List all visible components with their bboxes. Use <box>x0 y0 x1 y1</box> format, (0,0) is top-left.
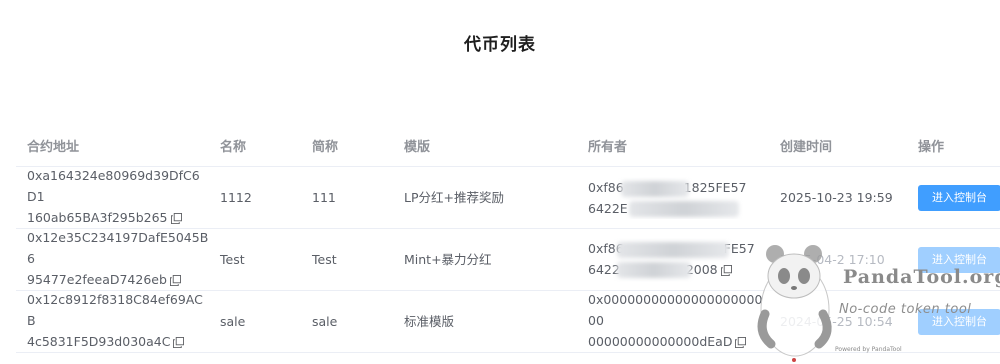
redaction-blur <box>617 241 729 258</box>
name-cell: Test <box>220 252 245 267</box>
header-symbol: 简称 <box>312 139 339 155</box>
redaction-blur <box>617 261 691 278</box>
panda-logo-icon <box>757 245 832 362</box>
header-name: 名称 <box>220 139 247 155</box>
watermark-brand: PandaTool.org <box>843 266 1000 288</box>
copy-icon[interactable] <box>735 333 747 354</box>
address-line: 0x12e35C234197DafE5045B6 <box>27 230 209 266</box>
owner-line: 6422 <box>588 261 620 277</box>
action-cell: 进入控制台 <box>907 184 1000 211</box>
redaction-blur <box>621 180 689 197</box>
header-address: 合约地址 <box>27 139 80 155</box>
header-created: 创建时间 <box>780 139 833 155</box>
table-row: 0xa164324e80969d39DfC6D1 160ab65BA3f295b… <box>16 167 1000 229</box>
symbol-cell: sale <box>312 314 338 329</box>
name-cell: 1112 <box>220 190 252 205</box>
template-cell: LP分红+推荐奖励 <box>404 190 504 205</box>
copy-icon[interactable] <box>173 333 185 354</box>
address-line: 4c5831F5D93d030a4C <box>27 334 171 349</box>
table-header: 合约地址 名称 简称 模版 所有者 创建时间 操作 <box>16 128 1000 167</box>
address-line: 0x12c8912f8318C84ef69ACB <box>27 292 203 328</box>
pandatool-watermark: PandaTool.org No-code token tool Powered… <box>755 240 1000 364</box>
owner-cell: 0xf86 1825FE57 6422E <box>577 177 769 219</box>
header-template: 模版 <box>404 139 431 155</box>
owner-line: 0xf86 <box>588 179 624 195</box>
created-cell: 2025-10-23 19:59 <box>780 190 893 205</box>
watermark-tagline: No-code token tool <box>839 302 972 317</box>
watermark-small: Powered by PandaTool <box>835 346 902 353</box>
address-line: 95477e2feeaD7426eb <box>27 272 167 287</box>
symbol-cell: Test <box>312 252 337 267</box>
symbol-cell: 111 <box>312 190 336 205</box>
owner-line: 6422E <box>588 200 628 216</box>
address-cell: 0xa164324e80969d39DfC6D1 160ab65BA3f295b… <box>16 165 209 230</box>
address-line: 0xa164324e80969d39DfC6D1 <box>27 168 200 204</box>
address-cell: 0x12c8912f8318C84ef69ACB 4c5831F5D93d030… <box>16 289 209 354</box>
copy-icon[interactable] <box>720 261 732 282</box>
enter-console-button[interactable]: 进入控制台 <box>918 184 1000 211</box>
header-owner: 所有者 <box>588 139 628 155</box>
address-cell: 0x12e35C234197DafE5045B6 95477e2feeaD742… <box>16 227 209 292</box>
header-action: 操作 <box>918 139 945 155</box>
owner-line-tail: 1825FE57 <box>683 179 747 195</box>
owner-cell: 0xf86 FE57 6422 2008 <box>577 238 769 282</box>
page-title: 代币列表 <box>464 35 536 55</box>
address-line: 160ab65BA3f295b265 <box>27 210 168 225</box>
owner-line: 00000000000000dEaD <box>588 334 733 349</box>
owner-cell: 0x0000000000000000000000 00000000000000d… <box>577 289 769 354</box>
name-cell: sale <box>220 314 246 329</box>
redaction-blur <box>629 200 739 217</box>
owner-line: 0x0000000000000000000000 <box>588 292 763 328</box>
template-cell: Mint+暴力分红 <box>404 252 492 267</box>
template-cell: 标准模版 <box>404 314 455 329</box>
